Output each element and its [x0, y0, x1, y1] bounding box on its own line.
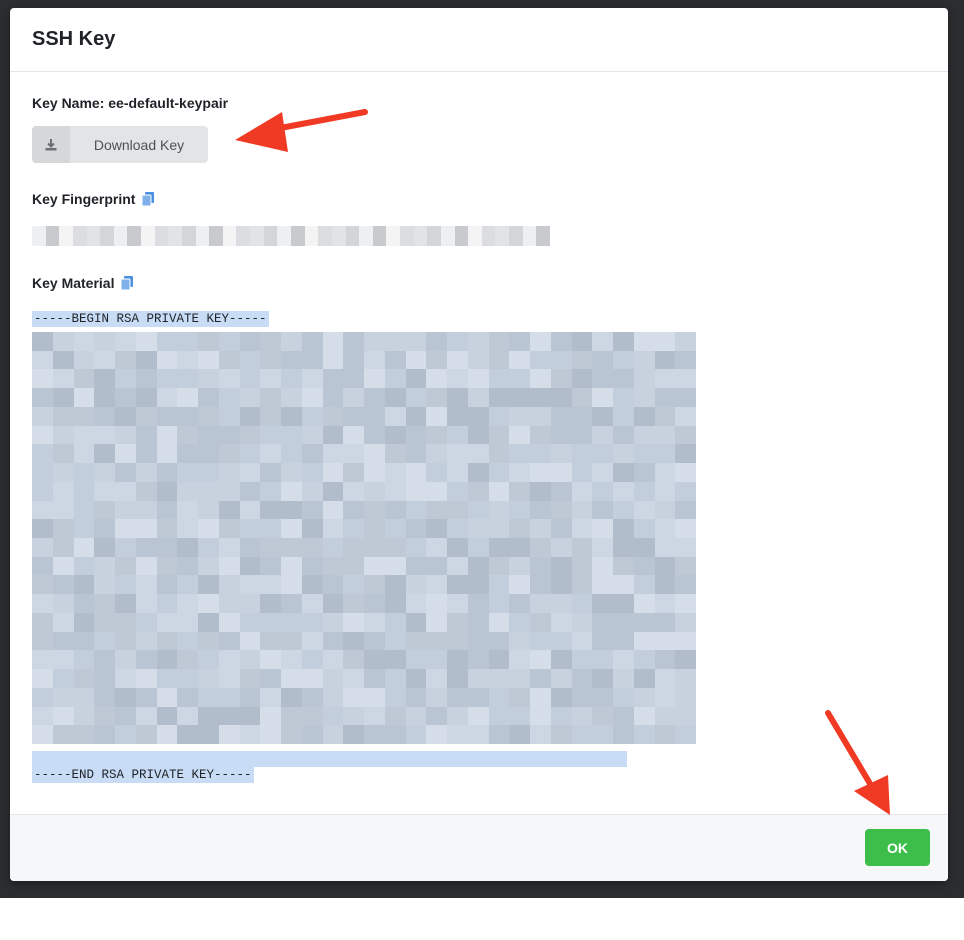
key-last-line-redacted [32, 751, 627, 767]
ok-button[interactable]: OK [865, 829, 930, 866]
key-name-label: Key Name: ee-default-keypair [32, 95, 229, 111]
key-material-label: Key Material [32, 275, 115, 291]
key-material-heading: Key Material [32, 275, 134, 291]
fingerprint-heading: Key Fingerprint [32, 191, 155, 207]
fingerprint-label: Key Fingerprint [32, 191, 136, 207]
dialog-header: SSH Key [10, 8, 948, 72]
dialog-footer: OK [10, 814, 948, 881]
copy-key-material-icon[interactable] [120, 275, 134, 291]
key-begin-line: -----BEGIN RSA PRIVATE KEY----- [32, 311, 269, 327]
fingerprint-value-redacted [32, 226, 550, 246]
download-key-button[interactable]: Download Key [32, 126, 208, 163]
copy-fingerprint-icon[interactable] [141, 191, 155, 207]
download-key-label: Download Key [93, 136, 185, 153]
dialog-title: SSH Key [32, 28, 116, 50]
download-icon [32, 126, 70, 163]
ssh-key-dialog: SSH Key Key Name: ee-default-keypair Dow… [10, 8, 948, 881]
key-material-redacted [32, 332, 696, 744]
key-end-line: -----END RSA PRIVATE KEY----- [32, 767, 254, 783]
